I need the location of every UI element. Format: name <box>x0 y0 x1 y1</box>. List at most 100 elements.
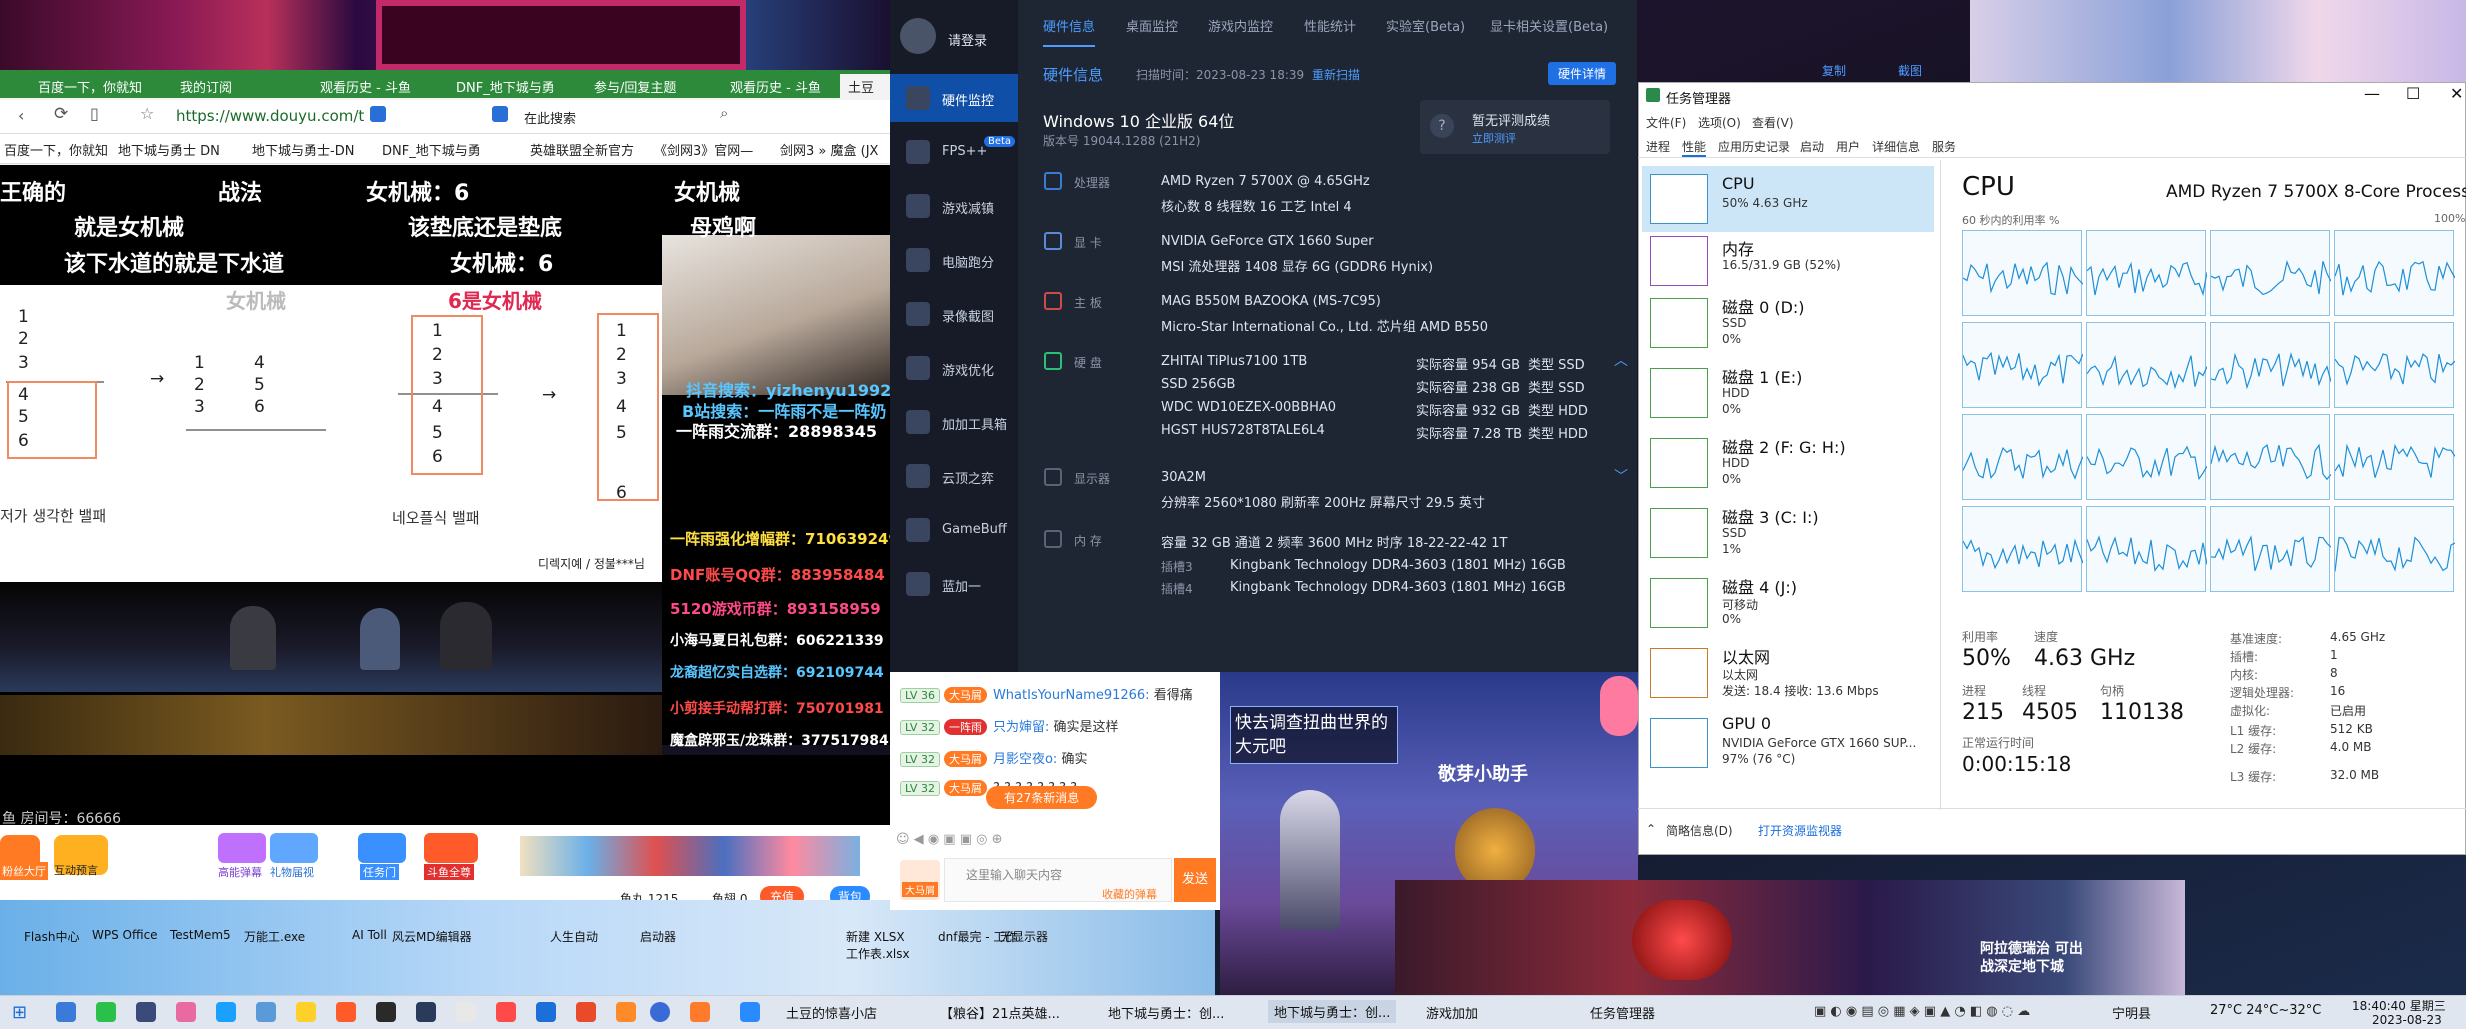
perf-item-memory[interactable]: 内存 16.5/31.9 GB (52%) <box>1642 228 1934 294</box>
reader-icon[interactable]: ▯ <box>90 104 99 123</box>
send-button[interactable]: 发送 <box>1174 858 1216 902</box>
browser-tab-1[interactable]: 百度一下，你就知 <box>30 74 148 98</box>
chrome-icon[interactable] <box>650 1002 670 1022</box>
highlight-danmu-label[interactable]: 高能弹幕 <box>218 864 262 880</box>
reload-icon[interactable]: ⟳ <box>54 104 68 124</box>
sidebar-item-hw-monitor[interactable]: 硬件监控 <box>890 74 1018 122</box>
taskbar-app[interactable]: 游戏加加 <box>1426 1003 1478 1022</box>
tab-desktop-monitor[interactable]: 桌面监控 <box>1126 16 1178 35</box>
weather[interactable]: 27°C 24°C~32°C <box>2210 1003 2321 1018</box>
brief-info-button[interactable]: 简略信息(D) <box>1666 822 1733 839</box>
taskbar-app[interactable]: 任务管理器 <box>1590 1003 1655 1022</box>
bookmark-3[interactable]: 地下城与勇士-DN <box>252 140 354 159</box>
tab-details[interactable]: 详细信息 <box>1872 138 1920 155</box>
url-input[interactable]: https://www.douyu.com/t <box>176 107 364 125</box>
tab-processes[interactable]: 进程 <box>1646 138 1670 155</box>
taskbar-app[interactable]: 【粮谷】21点英雄... <box>940 1003 1060 1022</box>
perf-item-disk1[interactable]: 磁盘 1 (E:) HDD 0% <box>1642 360 1934 426</box>
app-icon[interactable] <box>536 1002 556 1022</box>
app-icon[interactable] <box>336 1002 356 1022</box>
perf-item-disk4[interactable]: 磁盘 4 (J:) 可移动 0% <box>1642 570 1934 636</box>
tab-ingame-monitor[interactable]: 游戏内监控 <box>1208 16 1273 35</box>
back-icon[interactable]: ‹ <box>18 106 24 125</box>
desktop-icon-testmem[interactable]: TestMem5 <box>170 928 231 942</box>
search-icon[interactable]: ⌕ <box>720 104 728 122</box>
clock-time[interactable]: 18:40:40 星期三 <box>2352 997 2446 1014</box>
rescan-link[interactable]: 重新扫描 <box>1312 66 1360 83</box>
browser-tab-2[interactable]: 我的订阅 <box>172 74 262 98</box>
sidebar-item-tft[interactable]: 云顶之弈 <box>890 452 1018 500</box>
perf-item-gpu[interactable]: GPU 0 NVIDIA GeForce GTX 1660 SUP... 97% (… <box>1642 710 1934 776</box>
taskbar-app[interactable]: 土豆的惊喜小店 <box>786 1003 877 1022</box>
kugou-icon[interactable] <box>216 1002 236 1022</box>
browser-tab-6[interactable]: 观看历史 - 斗鱼 <box>722 74 840 98</box>
perf-item-ethernet[interactable]: 以太网 以太网 发送: 18.4 接收: 13.6 Mbps <box>1642 640 1934 706</box>
desktop-icon-monitor[interactable]: 无显示器 <box>1000 928 1048 945</box>
eval-link[interactable]: 立即测评 <box>1472 130 1516 146</box>
bookmark-6[interactable]: 《剑网3》官网— <box>654 140 753 159</box>
app-icon[interactable] <box>376 1002 396 1022</box>
extension-icon[interactable] <box>370 106 386 122</box>
weather-location[interactable]: 宁明县 <box>2112 1003 2151 1022</box>
task-label[interactable]: 任务门 <box>360 864 399 880</box>
minimize-button[interactable]: — <box>2364 84 2380 103</box>
perf-item-cpu[interactable]: CPU 50% 4.63 GHz <box>1642 166 1934 232</box>
tray-icons[interactable]: ▣ ◐ ◉ ▤ ◎ ▦ ◈ ▣ ▲ ◔ ◧ ◍ ◌ ☁ <box>1814 1004 2030 1019</box>
menu-file[interactable]: 文件(F) <box>1646 114 1686 131</box>
wechat-icon[interactable] <box>96 1002 116 1022</box>
tab-startup[interactable]: 启动 <box>1800 138 1824 155</box>
search-label[interactable]: 在此搜索 <box>524 108 576 127</box>
tab-users[interactable]: 用户 <box>1836 138 1860 155</box>
sidebar-item-benchmark[interactable]: 电脑跑分 <box>890 236 1018 284</box>
app-icon[interactable] <box>576 1002 596 1022</box>
sidebar-item-toolbox[interactable]: 加加工具箱 <box>890 398 1018 446</box>
bookmark-1[interactable]: 百度一下，你就知 <box>4 140 108 159</box>
tab-services[interactable]: 服务 <box>1932 138 1956 155</box>
menu-options[interactable]: 选项(O) <box>1698 114 1741 131</box>
login-label[interactable]: 请登录 <box>948 30 987 49</box>
browser-tab-active[interactable]: 土豆 <box>840 74 890 98</box>
saved-danmu-link[interactable]: 收藏的弹幕 <box>1102 886 1157 902</box>
tab-gpu-settings[interactable]: 显卡相关设置(Beta) <box>1490 16 1608 35</box>
taskbar-app[interactable]: 地下城与勇士：创... <box>1108 1003 1224 1022</box>
bookmark-7[interactable]: 剑网3 » 魔盒 (JX <box>780 140 890 159</box>
browser-tab-4[interactable]: DNF_地下城与勇 <box>448 74 566 98</box>
desktop-icon-aitool[interactable]: AI Toll <box>352 928 387 942</box>
tab-performance[interactable]: 性能 <box>1682 138 1707 157</box>
tab-perf-stats[interactable]: 性能统计 <box>1304 16 1356 35</box>
maximize-button[interactable]: ☐ <box>2406 84 2420 103</box>
steam-icon[interactable] <box>136 1002 156 1022</box>
gift-shelf[interactable] <box>520 836 860 876</box>
desktop-icon-wps[interactable]: WPS Office <box>92 928 158 942</box>
tab-lab[interactable]: 实验室(Beta) <box>1386 16 1465 35</box>
new-messages-button[interactable]: 有27条新消息 <box>986 786 1098 809</box>
sidebar-item-plus[interactable]: 蓝加一 <box>890 560 1018 608</box>
perf-item-disk0[interactable]: 磁盘 0 (D:) SSD 0% <box>1642 290 1934 356</box>
avatar[interactable] <box>900 18 936 54</box>
taskbar-app-active[interactable]: 地下城与勇士：创... <box>1268 1000 1397 1023</box>
gift-label[interactable]: 礼物届视 <box>270 864 314 880</box>
bookmark-5[interactable]: 英雄联盟全新官方 <box>530 140 634 159</box>
desktop-icon-flash[interactable]: Flash中心 <box>24 928 79 945</box>
search-engine-icon[interactable] <box>492 106 508 122</box>
chevron-up-icon[interactable]: ⌃ <box>1646 822 1656 836</box>
browser-tab-3[interactable]: 观看历史 - 斗鱼 <box>312 74 430 98</box>
hw-detail-button[interactable]: 硬件详情 <box>1548 62 1617 85</box>
menu-view[interactable]: 查看(V) <box>1752 114 1794 131</box>
perf-item-disk3[interactable]: 磁盘 3 (C: I:) SSD 1% <box>1642 500 1934 566</box>
sidebar-item-game-reduce[interactable]: 游戏减镇 <box>890 182 1018 230</box>
bookmark-4[interactable]: DNF_地下城与勇 <box>382 140 481 159</box>
game-hud[interactable] <box>1395 880 2185 995</box>
task-icon[interactable] <box>358 833 406 863</box>
chat-tools[interactable]: ☺ ◀ ◉ ▣ ▣ ◎ ⊕ <box>896 832 1003 847</box>
copy-button[interactable]: 复制 <box>1822 62 1846 79</box>
taskbar-icon[interactable] <box>56 1002 76 1022</box>
collapse-icon[interactable]: ︿ <box>1614 350 1628 370</box>
app-icon[interactable] <box>616 1002 636 1022</box>
sidebar-item-optimize[interactable]: 游戏优化 <box>890 344 1018 392</box>
app-icon[interactable] <box>740 1002 760 1022</box>
screenshot-button[interactable]: 截图 <box>1898 62 1922 79</box>
gift-icon[interactable] <box>270 833 318 863</box>
desktop-icon-launcher[interactable]: 启动器 <box>640 928 676 945</box>
tab-hw-info[interactable]: 硬件信息 <box>1043 16 1096 47</box>
